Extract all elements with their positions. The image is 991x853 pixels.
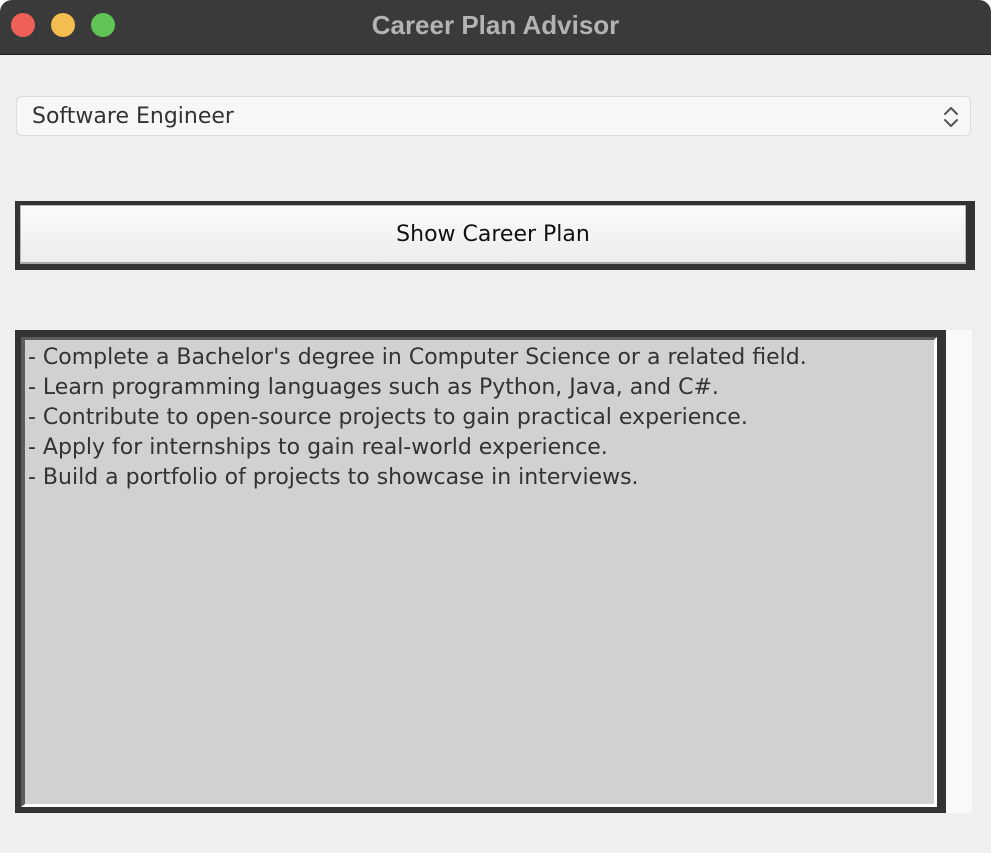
career-plan-text[interactable]: - Complete a Bachelor's degree in Comput… bbox=[21, 337, 937, 807]
career-select-value: Software Engineer bbox=[32, 104, 234, 129]
plan-line: - Contribute to open-source projects to … bbox=[28, 405, 748, 430]
title-bar[interactable]: Career Plan Advisor bbox=[0, 0, 991, 55]
plan-line: - Apply for internships to gain real-wor… bbox=[28, 435, 608, 460]
show-career-plan-button[interactable]: Show Career Plan bbox=[20, 205, 966, 264]
plan-line: - Complete a Bachelor's degree in Comput… bbox=[28, 345, 807, 370]
plan-line: - Build a portfolio of projects to showc… bbox=[28, 465, 639, 490]
plan-line: - Learn programming languages such as Py… bbox=[28, 375, 719, 400]
app-window: Career Plan Advisor Software Engineer Sh… bbox=[0, 0, 991, 853]
vertical-scrollbar[interactable] bbox=[946, 330, 972, 813]
window-title: Career Plan Advisor bbox=[371, 10, 620, 40]
career-select[interactable]: Software Engineer bbox=[16, 96, 971, 136]
show-plan-button-frame: Show Career Plan bbox=[15, 201, 975, 270]
career-plan-frame: - Complete a Bachelor's degree in Comput… bbox=[15, 330, 946, 813]
updown-chevron-icon bbox=[944, 107, 958, 127]
